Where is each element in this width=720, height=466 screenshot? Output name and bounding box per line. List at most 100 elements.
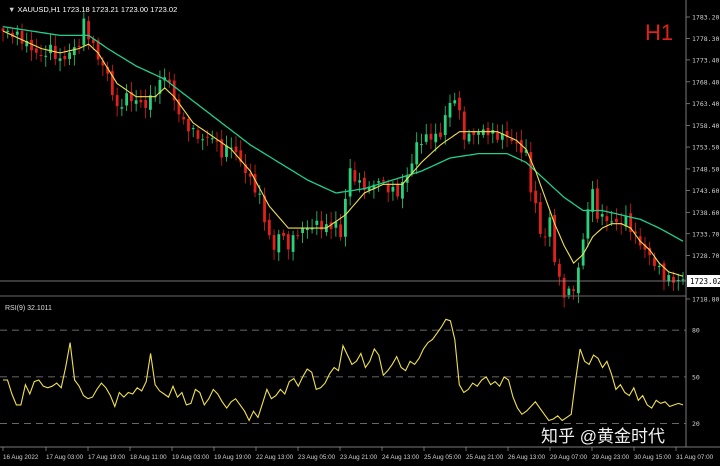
candle-body (248, 173, 252, 177)
candle-body (120, 107, 124, 109)
candle-body (149, 95, 152, 110)
candle-body (15, 31, 19, 35)
candle-body (210, 138, 214, 140)
candle-body (434, 133, 438, 143)
candle-body (253, 174, 257, 193)
price-tick-label: 1743.60 (692, 187, 719, 195)
price-tick-label: 1753.50 (692, 144, 719, 152)
candle-body (258, 193, 262, 195)
candle-body (277, 234, 281, 253)
candle-body (591, 189, 595, 212)
candle-body (201, 139, 205, 141)
candle-body (191, 128, 195, 130)
rsi-level-label: 50 (692, 373, 700, 381)
candle-body (44, 55, 48, 57)
candle-body (63, 55, 67, 60)
candle-body (343, 198, 347, 237)
time-tick-label: 25 Aug 05:00 (424, 454, 462, 461)
candle-body (272, 235, 276, 250)
chart-symbol-header: ▼ XAUUSD,H1 1723.18 1723.21 1723.00 1723… (8, 5, 177, 14)
price-tick-label: 1773.40 (692, 56, 719, 64)
candle-body (39, 55, 43, 57)
price-tick-label: 1733.70 (692, 230, 719, 238)
candle-body (286, 234, 290, 250)
time-tick-label: 29 Aug 07:00 (550, 454, 588, 461)
time-tick-label: 23 Aug 05:00 (298, 454, 336, 461)
candle-body (681, 279, 685, 281)
candle-body (548, 217, 552, 237)
candle-body (34, 48, 38, 53)
candle-body (77, 45, 81, 47)
time-tick-label: 24 Aug 13:00 (382, 454, 420, 461)
fast-moving-average-line (2, 30, 684, 277)
price-tick-label: 1778.30 (692, 35, 719, 43)
candle-body (600, 214, 604, 217)
price-tick-label: 1783.20 (692, 14, 719, 22)
time-tick-label: 22 Aug 13:00 (256, 454, 294, 461)
candle-body (624, 215, 628, 227)
candle-body (391, 186, 395, 192)
candle-body (187, 118, 190, 132)
price-axis: 1783.20 1778.30 1773.40 1768.40 1763.40 1758.… (686, 14, 719, 304)
candle-body (196, 130, 200, 139)
candle-body (353, 170, 357, 182)
candle-body (538, 202, 542, 234)
time-tick-label: 31 Aug 07:00 (676, 454, 714, 461)
time-tick-label: 23 Aug 21:00 (340, 454, 378, 461)
candle-body (30, 39, 33, 51)
candle-body (6, 30, 10, 32)
time-tick-label: 17 Aug 03:00 (46, 454, 84, 461)
candle-body (291, 235, 295, 252)
current-price-label: 1723.02 (690, 277, 720, 286)
candle-body (443, 115, 447, 136)
candle-body (206, 136, 209, 138)
candle-body (496, 132, 499, 140)
candle-body (439, 132, 442, 137)
candle-body (477, 132, 480, 135)
candle-body (182, 116, 186, 120)
candle-body (586, 209, 590, 239)
time-tick-label: 16 Aug 2022 (3, 454, 39, 461)
price-tick-label: 1748.50 (692, 165, 719, 173)
candle-body (72, 47, 76, 56)
candle-body (534, 190, 537, 204)
time-tick-label: 25 Aug 21:00 (466, 454, 504, 461)
rsi-levels: 80 50 20 (0, 327, 700, 428)
candle-body (144, 99, 148, 108)
candle-body (467, 133, 471, 142)
rsi-level-label: 20 (692, 420, 700, 428)
rsi-level-label: 80 (692, 327, 700, 335)
rsi-indicator-label: RSI(9) 32.1011 (5, 305, 52, 312)
time-tick-label: 18 Aug 11:00 (130, 454, 167, 461)
candle-body (296, 235, 300, 237)
candle-body (386, 184, 390, 193)
candle-body (557, 263, 561, 277)
candlestick-series (1, 12, 685, 308)
candle-body (134, 100, 138, 104)
candle-body (453, 100, 457, 104)
candle-body (115, 95, 119, 107)
candle-body (396, 184, 400, 197)
time-tick-label: 19 Aug 19:00 (214, 454, 252, 461)
time-tick-label: 17 Aug 19:00 (88, 454, 126, 461)
price-tick-label: 1738.60 (692, 209, 719, 217)
candle-body (567, 288, 571, 295)
candle-body (358, 180, 362, 183)
chart-menu-triangle-icon[interactable]: ▼ (8, 5, 18, 14)
candle-body (267, 219, 271, 236)
candle-body (448, 103, 452, 118)
candle-body (139, 99, 143, 103)
time-tick-label: 26 Aug 13:00 (508, 454, 546, 461)
candle-body (82, 18, 86, 46)
candle-body (301, 228, 304, 234)
candle-body (605, 216, 609, 222)
candle-body (382, 180, 385, 182)
candle-body (424, 134, 428, 142)
candle-body (415, 142, 419, 165)
price-tick-label: 1768.40 (692, 78, 719, 86)
time-tick-label: 29 Aug 23:00 (592, 454, 630, 461)
time-tick-label: 30 Aug 15:00 (634, 454, 672, 461)
candle-body (339, 224, 343, 238)
candle-body (315, 220, 319, 225)
candle-body (458, 97, 461, 111)
